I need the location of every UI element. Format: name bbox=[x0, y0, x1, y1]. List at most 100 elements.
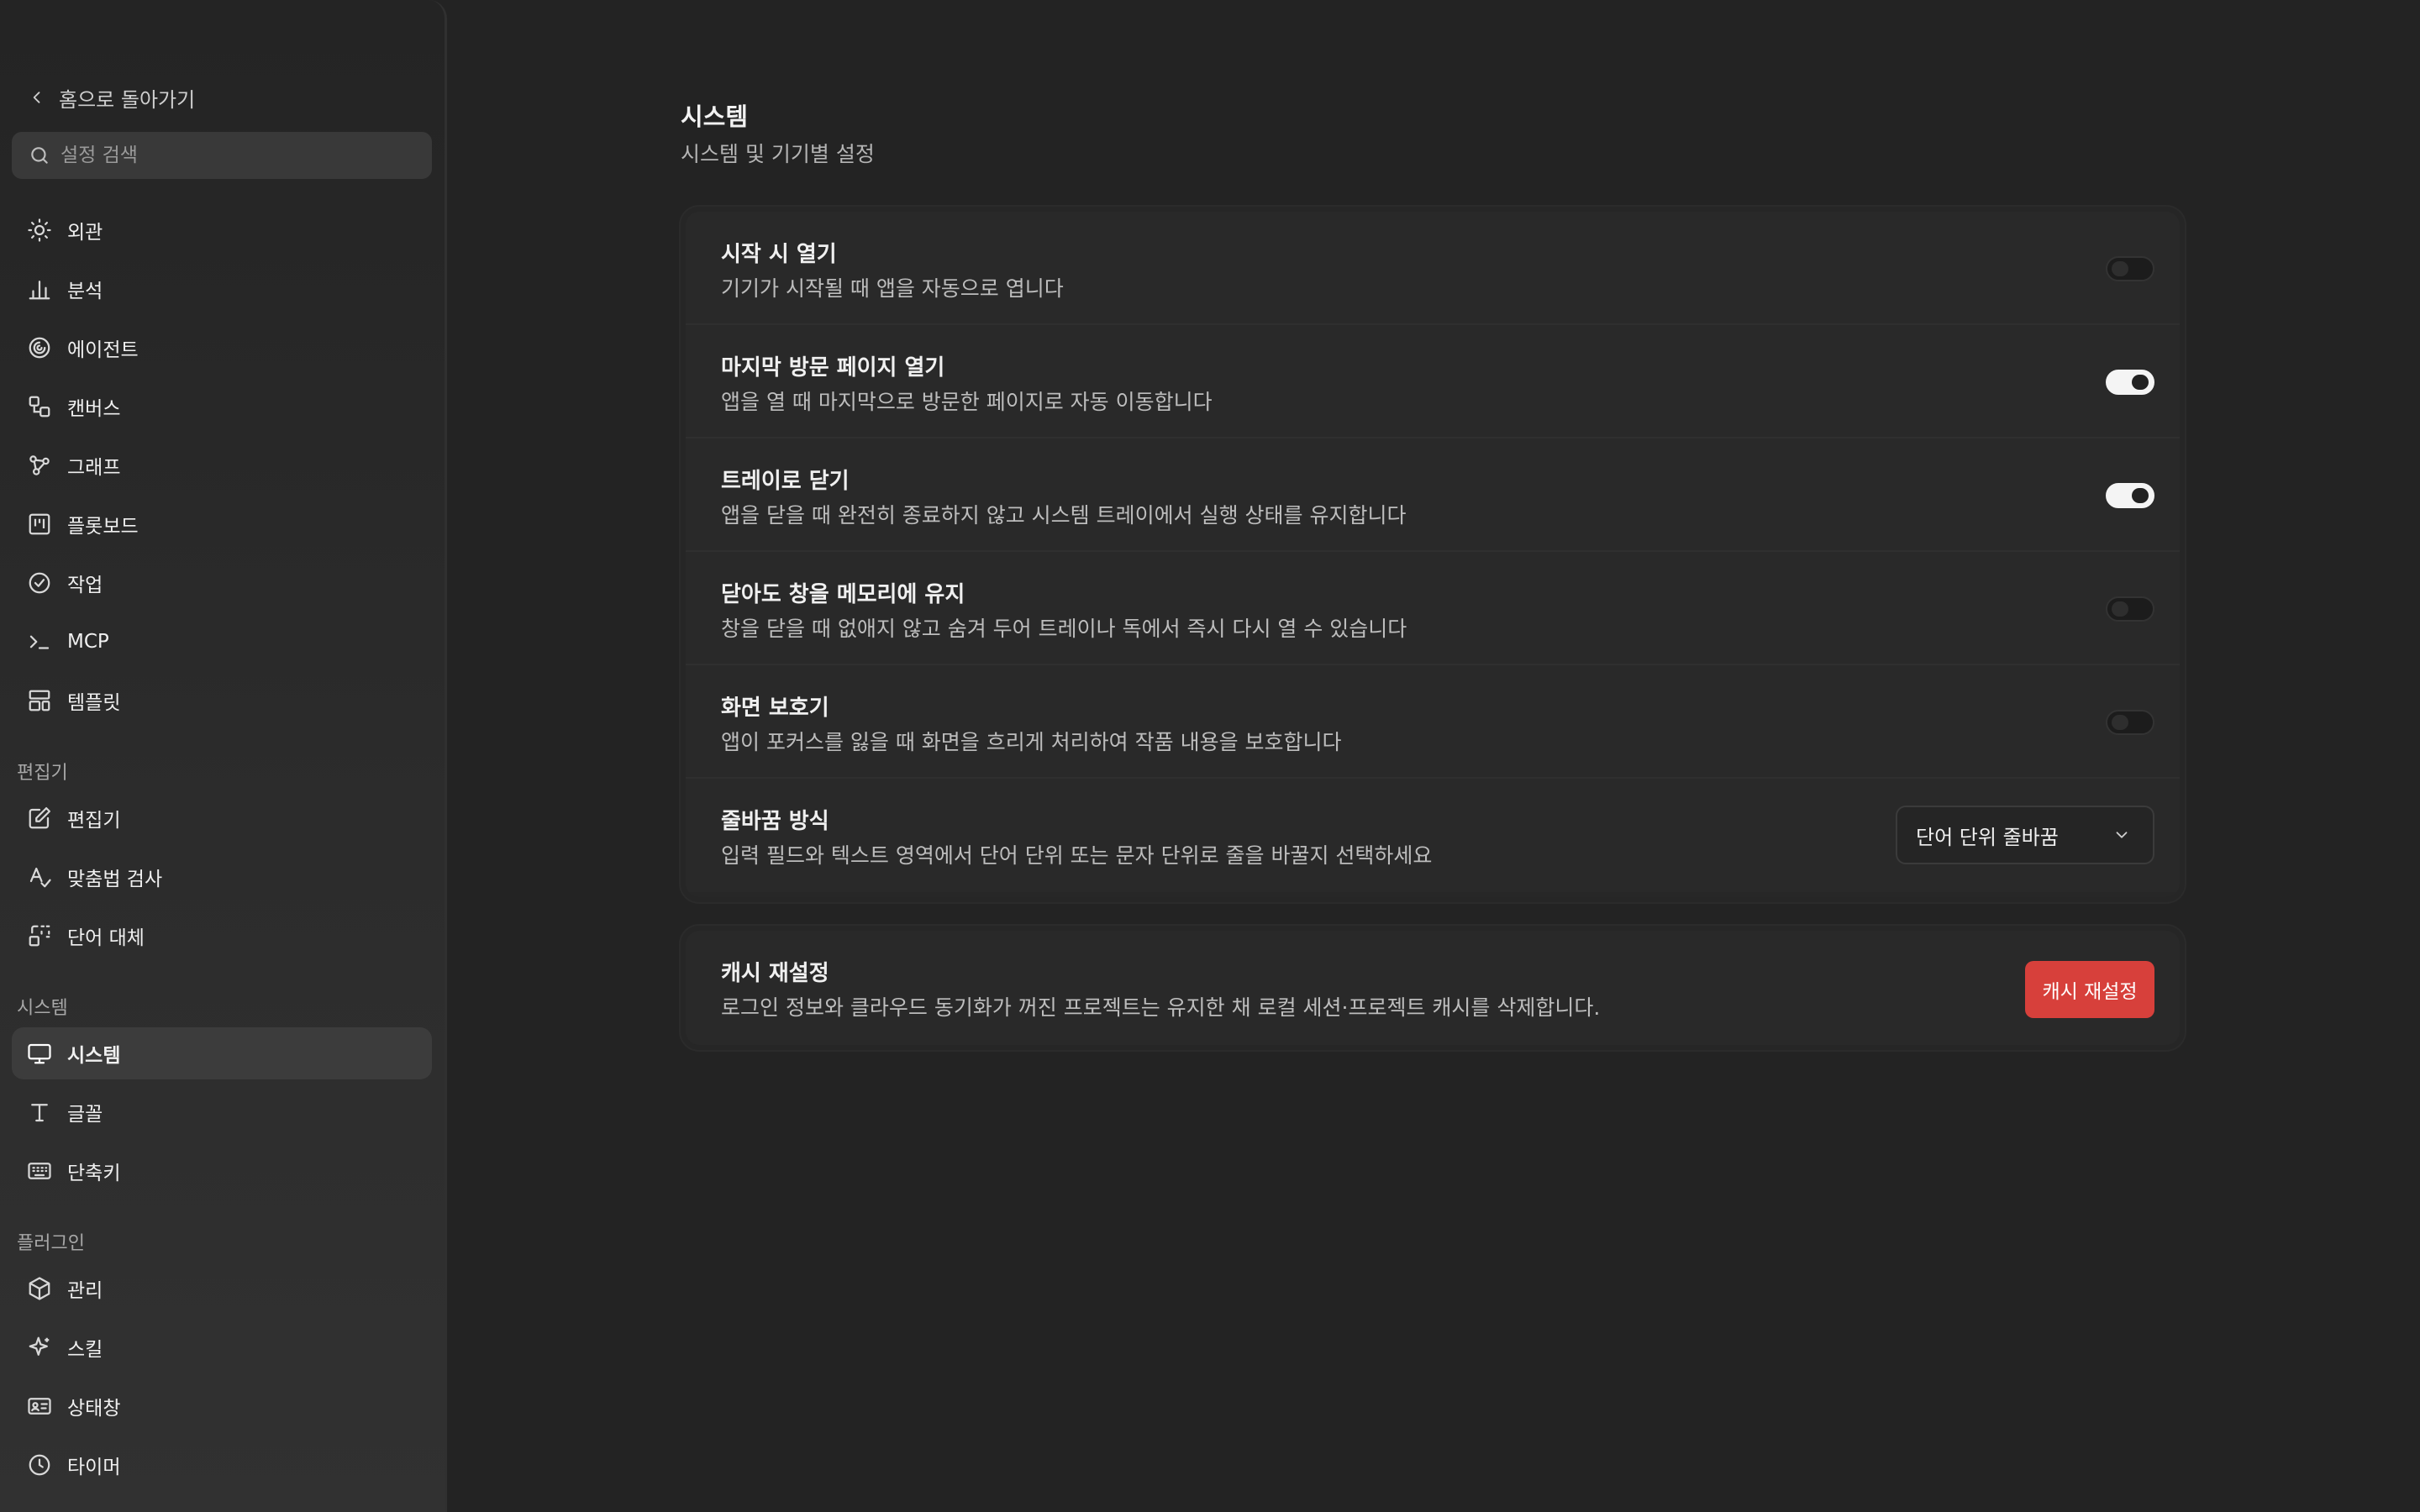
line-wrap-select[interactable]: 단어 단위 줄바꿈 bbox=[1896, 806, 2154, 864]
sidebar-item-editor[interactable]: 편집기 bbox=[12, 792, 432, 844]
sidebar-item-system[interactable]: 시스템 bbox=[12, 1027, 432, 1079]
setting-description: 앱을 닫을 때 완전히 종료하지 않고 시스템 트레이에서 실행 상태를 유지합… bbox=[721, 503, 1407, 528]
sidebar-item-label: 타이머 bbox=[67, 1457, 121, 1478]
setting-row-keep-in-memory: 닫아도 창을 메모리에 유지 창을 닫을 때 없애지 않고 숨겨 두어 트레이나… bbox=[686, 552, 2180, 665]
screen-protector-toggle[interactable] bbox=[2106, 710, 2154, 735]
toggle-knob bbox=[2132, 488, 2149, 503]
toggle-knob bbox=[2112, 601, 2128, 617]
toggle-knob bbox=[2112, 261, 2128, 276]
sidebar-item-shortcuts[interactable]: 단축키 bbox=[12, 1145, 432, 1197]
clock-icon bbox=[29, 1454, 50, 1476]
system-settings-card: 시작 시 열기 기기가 시작될 때 앱을 자동으로 엽니다 마지막 방문 페이지… bbox=[681, 207, 2185, 902]
setting-description: 앱을 열 때 마지막으로 방문한 페이지로 자동 이동합니다 bbox=[721, 390, 1213, 414]
sidebar-section-system: 시스템 bbox=[17, 998, 68, 1019]
sidebar-item-templates[interactable]: 템플릿 bbox=[12, 675, 432, 727]
page-title: 시스템 bbox=[681, 102, 749, 131]
sidebar-item-label: 분석 bbox=[67, 281, 103, 302]
cache-reset-card: 캐시 재설정 로그인 정보와 클라우드 동기화가 꺼진 프로젝트는 유지한 채 … bbox=[681, 926, 2185, 1050]
sidebar-item-label: 플롯보드 bbox=[67, 516, 139, 538]
sidebar-item-statusbar[interactable]: 상태창 bbox=[12, 1380, 432, 1432]
id-card-icon bbox=[28, 1398, 51, 1415]
sidebar-item-agent[interactable]: 에이전트 bbox=[12, 322, 432, 374]
sidebar-item-label: 단어 대체 bbox=[67, 927, 145, 949]
setting-row-close-to-tray: 트레이로 닫기 앱을 닫을 때 완전히 종료하지 않고 시스템 트레이에서 실행… bbox=[686, 438, 2180, 552]
monitor-icon bbox=[28, 1043, 51, 1064]
back-home-label: 홈으로 돌아가기 bbox=[59, 87, 196, 112]
setting-title: 트레이로 닫기 bbox=[721, 469, 850, 494]
sidebar-item-manage[interactable]: 관리 bbox=[12, 1263, 432, 1315]
sidebar-item-label: 템플릿 bbox=[67, 692, 121, 714]
sidebar-item-label: 그래프 bbox=[67, 457, 121, 479]
sparkles-icon bbox=[29, 1336, 50, 1356]
spell-check-icon bbox=[29, 867, 51, 888]
sidebar-item-fonts[interactable]: 글꼴 bbox=[12, 1086, 432, 1138]
cache-reset-button[interactable]: 캐시 재설정 bbox=[2025, 961, 2154, 1018]
setting-description: 로그인 정보와 클라우드 동기화가 꺼진 프로젝트는 유지한 채 로컬 세션·프… bbox=[721, 995, 1601, 1020]
edit-icon bbox=[29, 807, 50, 829]
search-input[interactable] bbox=[60, 144, 413, 166]
settings-search[interactable] bbox=[12, 132, 432, 179]
setting-title: 닫아도 창을 메모리에 유지 bbox=[721, 582, 965, 607]
setting-title: 캐시 재설정 bbox=[721, 961, 829, 986]
replace-icon bbox=[29, 925, 50, 947]
chevron-down-icon bbox=[2116, 832, 2128, 838]
terminal-icon bbox=[29, 635, 50, 649]
shapes-icon bbox=[29, 396, 50, 417]
setting-description: 입력 필드와 텍스트 영역에서 단어 단위 또는 문자 단위로 줄을 바꿀지 선… bbox=[721, 843, 1433, 868]
toggle-knob bbox=[2132, 375, 2149, 390]
sidebar-item-analytics[interactable]: 분석 bbox=[12, 263, 432, 315]
page-subtitle: 시스템 및 기기별 설정 bbox=[681, 142, 875, 166]
sidebar-item-word-replace[interactable]: 단어 대체 bbox=[12, 910, 432, 962]
sidebar-item-tasks[interactable]: 작업 bbox=[12, 557, 432, 609]
setting-title: 시작 시 열기 bbox=[721, 242, 837, 267]
setting-row-cache-reset: 캐시 재설정 로그인 정보와 클라우드 동기화가 꺼진 프로젝트는 유지한 채 … bbox=[686, 931, 2180, 1045]
sidebar-item-canvas[interactable]: 캔버스 bbox=[12, 381, 432, 433]
sidebar-item-graph[interactable]: 그래프 bbox=[12, 439, 432, 491]
sidebar-item-label: 관리 bbox=[67, 1280, 103, 1302]
kanban-icon bbox=[29, 513, 50, 535]
sidebar-item-plotboard[interactable]: 플롯보드 bbox=[12, 498, 432, 550]
type-icon bbox=[31, 1104, 48, 1122]
close-to-tray-toggle[interactable] bbox=[2106, 483, 2154, 508]
setting-row-open-at-startup: 시작 시 열기 기기가 시작될 때 앱을 자동으로 엽니다 bbox=[686, 212, 2180, 325]
sidebar-item-spellcheck[interactable]: 맞춤법 검사 bbox=[12, 851, 432, 903]
open-at-startup-toggle[interactable] bbox=[2106, 256, 2154, 281]
sidebar-item-label: 스킬 bbox=[67, 1339, 103, 1361]
search-icon bbox=[31, 147, 48, 164]
toggle-knob bbox=[2112, 715, 2128, 730]
sidebar-item-label: 글꼴 bbox=[67, 1104, 103, 1126]
setting-description: 기기가 시작될 때 앱을 자동으로 엽니다 bbox=[721, 276, 1064, 301]
sidebar-item-label: 상태창 bbox=[67, 1398, 121, 1420]
sidebar-section-plugins: 플러그인 bbox=[17, 1233, 85, 1254]
sun-icon bbox=[28, 218, 51, 242]
sidebar-item-skills[interactable]: 스킬 bbox=[12, 1321, 432, 1373]
keyboard-icon bbox=[28, 1163, 51, 1179]
setting-row-open-last-page: 마지막 방문 페이지 열기 앱을 열 때 마지막으로 방문한 페이지로 자동 이… bbox=[686, 325, 2180, 438]
sidebar-item-label: 단축키 bbox=[67, 1163, 121, 1184]
package-icon bbox=[29, 1277, 50, 1300]
sidebar-item-label: 시스템 bbox=[67, 1045, 121, 1067]
layout-template-icon bbox=[29, 690, 50, 711]
sidebar-item-label: 맞춤법 검사 bbox=[67, 869, 163, 890]
sidebar-item-label: 외관 bbox=[67, 222, 103, 244]
sidebar-item-appearance[interactable]: 외관 bbox=[12, 204, 432, 256]
bar-chart-icon bbox=[29, 281, 50, 300]
spiral-icon bbox=[29, 337, 50, 359]
check-circle-icon bbox=[29, 572, 50, 594]
setting-title: 마지막 방문 페이지 열기 bbox=[721, 355, 945, 381]
setting-title: 화면 보호기 bbox=[721, 696, 829, 721]
setting-description: 앱이 포커스를 잃을 때 화면을 흐리게 처리하여 작품 내용을 보호합니다 bbox=[721, 730, 1342, 754]
setting-row-screen-protector: 화면 보호기 앱이 포커스를 잃을 때 화면을 흐리게 처리하여 작품 내용을 … bbox=[686, 665, 2180, 779]
settings-window: 홈으로 돌아가기 외관 분석 에이전트 캔버스 그래프 플롯보 bbox=[0, 0, 2420, 1512]
setting-title: 줄바꿈 방식 bbox=[721, 809, 829, 834]
setting-description: 창을 닫을 때 없애지 않고 숨겨 두어 트레이나 독에서 즉시 다시 열 수 … bbox=[721, 617, 1407, 641]
open-last-page-toggle[interactable] bbox=[2106, 370, 2154, 395]
setting-row-line-wrap: 줄바꿈 방식 입력 필드와 텍스트 영역에서 단어 단위 또는 문자 단위로 줄… bbox=[686, 779, 2180, 892]
sidebar-item-mcp[interactable]: MCP bbox=[12, 616, 432, 668]
sidebar-item-timer[interactable]: 타이머 bbox=[12, 1439, 432, 1491]
sidebar-item-label: 편집기 bbox=[67, 810, 121, 832]
back-home-link[interactable]: 홈으로 돌아가기 bbox=[29, 81, 195, 114]
sidebar: 홈으로 돌아가기 외관 분석 에이전트 캔버스 그래프 플롯보 bbox=[0, 0, 447, 1512]
keep-in-memory-toggle[interactable] bbox=[2106, 596, 2154, 622]
chevron-left-icon bbox=[33, 92, 40, 103]
